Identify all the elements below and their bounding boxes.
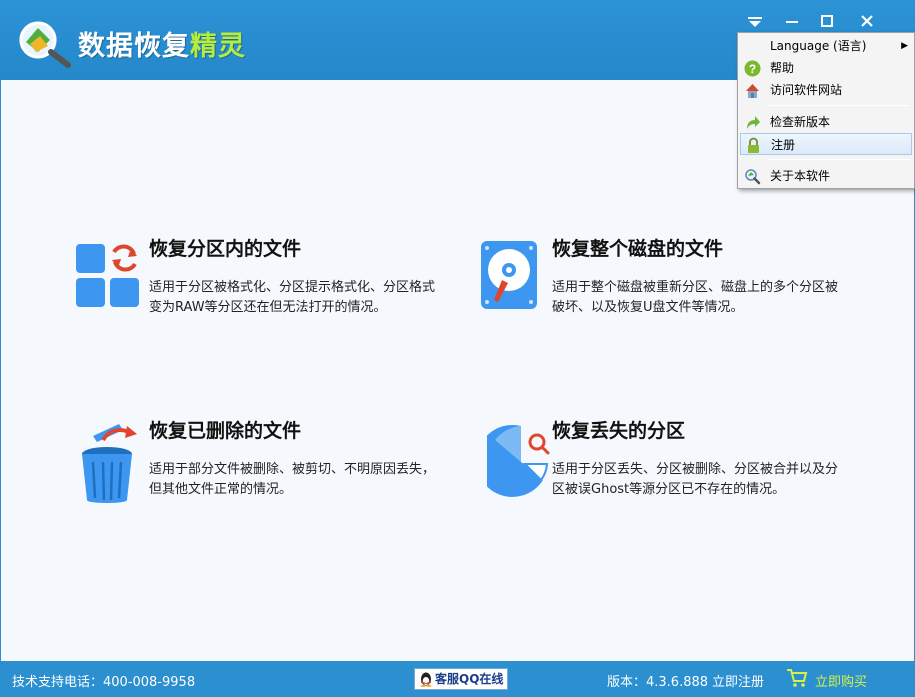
maximize-button[interactable]: [814, 8, 840, 34]
app-title: 数据恢复精灵: [78, 24, 246, 63]
qq-penguin-icon: [420, 672, 432, 687]
card-title: 恢复丢失的分区: [552, 420, 686, 442]
menu-item-label: 访问软件网站: [770, 83, 843, 97]
buy-now-link[interactable]: 立即购买: [815, 671, 867, 690]
menu-down-icon: [748, 17, 762, 27]
close-icon: [861, 15, 873, 27]
recover-deleted-files-card[interactable]: 恢复已删除的文件 适用于部分文件被删除、被剪切、不明原因丢失，但其他文件正常的情…: [79, 420, 449, 522]
minimize-button[interactable]: [779, 8, 805, 34]
menu-item-language[interactable]: Language (语言) ▶: [740, 35, 912, 57]
register-link[interactable]: 立即注册: [712, 671, 764, 690]
qq-service-label: 客服QQ在线: [435, 672, 504, 686]
menu-item-label: 关于本软件: [770, 169, 831, 183]
menu-separator: [768, 105, 910, 106]
menu-item-label: 检查新版本: [770, 115, 831, 129]
lock-icon: [748, 137, 759, 153]
recover-partition-files-card[interactable]: 恢复分区内的文件 适用于分区被格式化、分区提示格式化、分区格式变为RAW等分区还…: [74, 238, 444, 340]
main-dropdown-menu: Language (语言) ▶ ? 帮助 访问软件网站 检查新版本 注册 关于本…: [737, 32, 915, 189]
card-description: 适用于分区丢失、分区被删除、分区被合并以及分区被误Ghost等源分区已不存在的情…: [552, 462, 839, 497]
menu-item-check-update[interactable]: 检查新版本: [740, 111, 912, 133]
menu-item-help[interactable]: ? 帮助: [740, 57, 912, 79]
hard-disk-icon: [481, 241, 537, 309]
update-arrow-icon: [747, 116, 760, 129]
menu-separator: [768, 159, 910, 160]
magnifier-logo-icon: [19, 21, 71, 68]
card-title: 恢复已删除的文件: [149, 420, 302, 442]
card-description: 适用于部分文件被删除、被剪切、不明原因丢失，但其他文件正常的情况。: [149, 462, 436, 497]
maximize-icon: [821, 15, 833, 27]
minimize-icon: [786, 21, 798, 23]
app-title-main: 数据恢复: [78, 31, 190, 62]
support-phone: 技术支持电话：400-008-9958: [12, 675, 196, 690]
menu-item-register[interactable]: 注册: [740, 133, 912, 155]
recycle-bin-icon: [82, 424, 137, 503]
status-bar: 技术支持电话：400-008-9958 客服QQ在线 版本：4.3.6.888 …: [0, 661, 915, 697]
pie-search-icon: [487, 424, 550, 497]
recover-lost-partition-card[interactable]: 恢复丢失的分区 适用于分区丢失、分区被删除、分区被合并以及分区被误Ghost等源…: [487, 420, 857, 522]
menu-dropdown-button[interactable]: [742, 8, 768, 34]
qq-service-button[interactable]: 客服QQ在线: [414, 668, 508, 690]
menu-item-label: Language (语言): [770, 39, 867, 53]
card-description: 适用于分区被格式化、分区提示格式化、分区格式变为RAW等分区还在但无法打开的情况…: [149, 280, 436, 315]
partition-recover-icon: [76, 244, 139, 307]
submenu-arrow-icon: ▶: [901, 41, 908, 51]
close-button[interactable]: [854, 8, 880, 34]
menu-item-label: 注册: [771, 138, 796, 152]
card-description: 适用于整个磁盘被重新分区、磁盘上的多个分区被破坏、以及恢复U盘文件等情况。: [552, 280, 839, 315]
version-label: 版本：4.3.6.888: [607, 675, 709, 690]
menu-item-label: 帮助: [770, 61, 795, 75]
svg-text:?: ?: [749, 62, 756, 76]
about-icon: [745, 169, 761, 185]
menu-item-visit-website[interactable]: 访问软件网站: [740, 79, 912, 101]
help-icon: ?: [744, 60, 761, 77]
recover-disk-files-card[interactable]: 恢复整个磁盘的文件 适用于整个磁盘被重新分区、磁盘上的多个分区被破坏、以及恢复U…: [480, 238, 850, 340]
menu-item-about[interactable]: 关于本软件: [740, 165, 912, 187]
shopping-cart-icon[interactable]: [786, 668, 808, 688]
home-icon: [746, 84, 759, 98]
card-title: 恢复整个磁盘的文件: [552, 238, 724, 260]
card-title: 恢复分区内的文件: [149, 238, 302, 260]
app-title-accent: 精灵: [190, 31, 246, 62]
